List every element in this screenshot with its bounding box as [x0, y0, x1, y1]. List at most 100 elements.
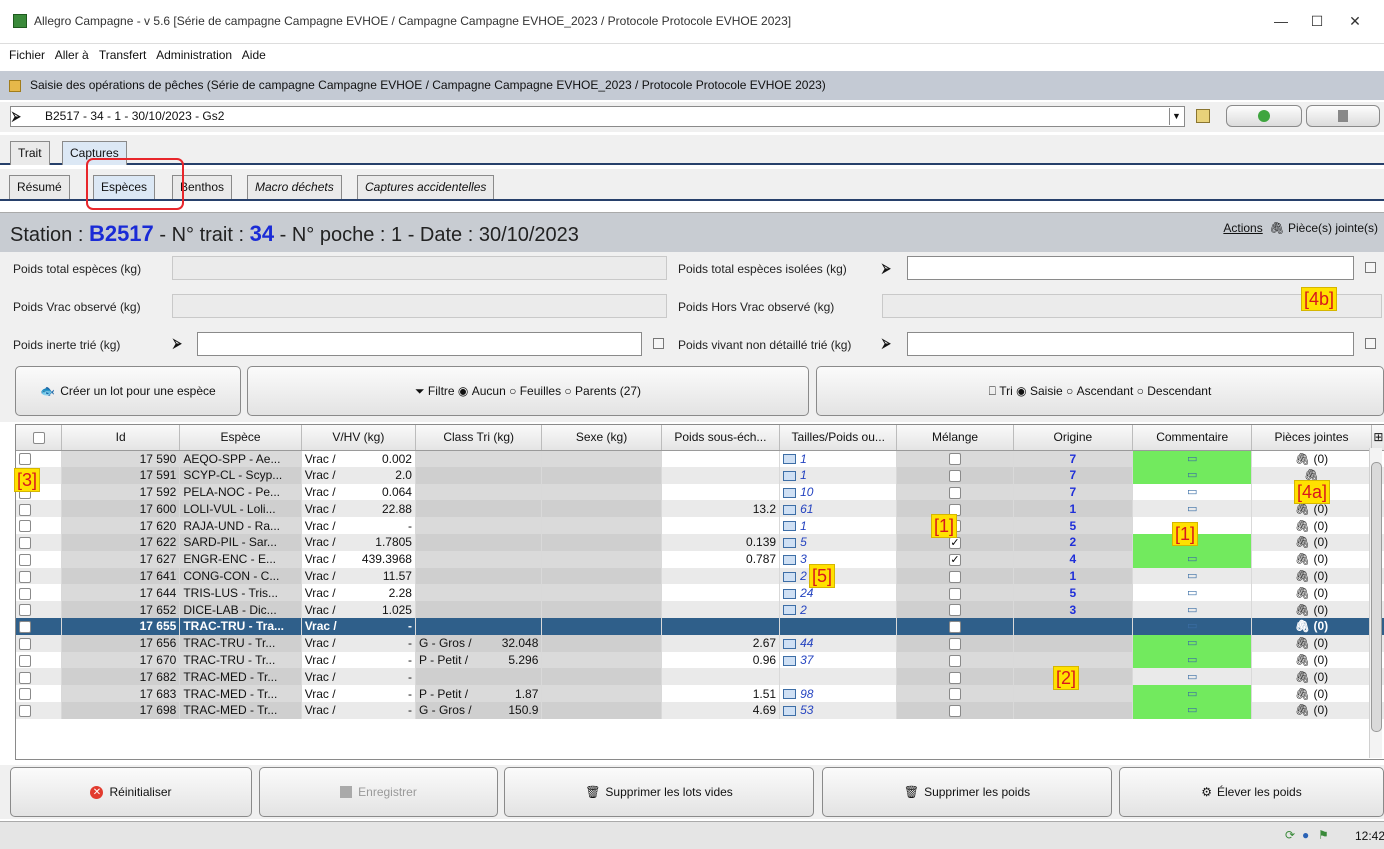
table-cell[interactable]: Vrac / 0.064: [301, 483, 416, 501]
cell-espece[interactable]: AEQO-SPP - Ae...: [179, 450, 302, 467]
comment-icon[interactable]: ▭: [1136, 451, 1248, 467]
comment-icon[interactable]: ▭: [1136, 618, 1248, 634]
table-cell[interactable]: [415, 483, 543, 501]
cell-sexe[interactable]: [541, 550, 662, 568]
cell-espece[interactable]: TRAC-MED - Tr...: [179, 668, 302, 686]
table-cell[interactable]: 2: [779, 567, 898, 585]
melange-checkbox[interactable]: [949, 637, 962, 650]
table-cell[interactable]: 53: [779, 701, 898, 719]
cell-origine[interactable]: 7: [1013, 466, 1134, 484]
cell-sous-ech[interactable]: 0.96: [661, 651, 781, 669]
table-cell[interactable]: [16, 550, 62, 568]
navigate-arrow-icon[interactable]: ⮚: [173, 336, 182, 351]
radio-feuilles[interactable]: ○: [509, 384, 516, 398]
table-cell[interactable]: [16, 584, 62, 602]
table-cell[interactable]: ▭: [1132, 483, 1253, 501]
cell-espece[interactable]: RAJA-UND - Ra...: [179, 517, 302, 534]
table-row[interactable]: 17 590 AEQO-SPP - Ae... Vrac /0.002 1 7 ▭ 🖇 (0…: [16, 450, 1384, 467]
row-checkbox[interactable]: [19, 705, 31, 718]
cell-sous-ech[interactable]: [661, 483, 781, 501]
table-cell[interactable]: ▭: [1132, 685, 1253, 702]
table-cell[interactable]: [16, 567, 62, 585]
table-cell[interactable]: ▭: [1132, 567, 1253, 585]
row-checkbox[interactable]: [19, 654, 31, 667]
cell-sexe[interactable]: [541, 567, 662, 585]
cell-id[interactable]: 17 655: [61, 617, 181, 635]
table-cell[interactable]: P - Petit / 1.87: [415, 685, 543, 702]
radio-parents[interactable]: ○: [564, 384, 571, 398]
table-cell[interactable]: 🖇 (0): [1251, 617, 1372, 635]
cell-sous-ech[interactable]: 0.787: [661, 550, 781, 568]
row-checkbox[interactable]: [19, 637, 31, 650]
table-cell[interactable]: [415, 668, 543, 686]
cell-origine[interactable]: [1013, 701, 1134, 719]
table-cell[interactable]: [896, 651, 1014, 669]
table-cell[interactable]: [16, 617, 62, 635]
menu-fichier[interactable]: Fichier: [9, 48, 45, 62]
cell-sous-ech[interactable]: [661, 466, 781, 484]
cell-sexe[interactable]: [541, 483, 662, 501]
table-cell[interactable]: [415, 500, 543, 518]
row-checkbox[interactable]: [19, 621, 31, 634]
delete-button[interactable]: [1306, 105, 1380, 127]
radio-ascendant[interactable]: ○: [1066, 384, 1073, 398]
table-cell[interactable]: [415, 617, 543, 635]
cell-id[interactable]: 17 644: [61, 584, 181, 602]
navigate-arrow-icon[interactable]: ⮚: [882, 336, 891, 351]
table-cell[interactable]: 10: [779, 483, 898, 501]
menu-administration[interactable]: Administration: [156, 48, 232, 62]
table-cell[interactable]: [16, 685, 62, 702]
operation-selector[interactable]: B2517 - 34 - 1 - 30/10/2023 - Gs2: [10, 106, 1185, 127]
close-button[interactable]: ✕: [1336, 6, 1374, 36]
table-cell[interactable]: [896, 601, 1014, 618]
radio-saisie-label[interactable]: Saisie: [1030, 384, 1063, 398]
cell-sexe[interactable]: [541, 466, 662, 484]
table-cell[interactable]: [415, 466, 543, 484]
cell-id[interactable]: 17 590: [61, 450, 181, 467]
table-row[interactable]: 17 641 CONG-CON - C... Vrac /11.57 2 1 ▭ 🖇 (0): [16, 567, 1384, 585]
cell-sexe[interactable]: [541, 584, 662, 602]
table-cell[interactable]: 🖇 (0): [1251, 701, 1372, 719]
comment-icon[interactable]: ▭: [1136, 652, 1248, 668]
cell-id[interactable]: 17 627: [61, 550, 181, 568]
comment-icon[interactable]: ▭: [1136, 484, 1248, 500]
create-lot-button[interactable]: 🐟 Créer un lot pour une espèce: [15, 366, 241, 416]
calculator-icon[interactable]: [1365, 338, 1376, 349]
cell-espece[interactable]: TRAC-MED - Tr...: [179, 685, 302, 702]
col-commentaire[interactable]: Commentaire: [1132, 425, 1253, 451]
cell-sexe[interactable]: [541, 668, 662, 686]
maximize-button[interactable]: ☐: [1298, 6, 1336, 36]
cell-sous-ech[interactable]: [661, 450, 781, 467]
col-espece[interactable]: Espèce: [179, 425, 302, 451]
table-cell[interactable]: [896, 685, 1014, 702]
table-cell[interactable]: ▭: [1132, 701, 1253, 719]
table-cell[interactable]: [896, 668, 1014, 686]
radio-parents-label[interactable]: Parents (27): [575, 384, 641, 398]
table-cell[interactable]: [16, 701, 62, 719]
attachments-link[interactable]: Pièce(s) jointe(s): [1288, 221, 1378, 235]
cell-id[interactable]: 17 592: [61, 483, 181, 501]
table-cell[interactable]: 🖇 (0): [1251, 550, 1372, 568]
cell-espece[interactable]: SCYP-CL - Scyp...: [179, 466, 302, 484]
table-cell[interactable]: [16, 517, 62, 534]
table-cell[interactable]: ▭: [1132, 668, 1253, 686]
table-cell[interactable]: 🖇 (0): [1251, 634, 1372, 652]
cell-sexe[interactable]: [541, 601, 662, 618]
table-cell[interactable]: Vrac / -: [301, 668, 416, 686]
table-cell[interactable]: [896, 466, 1014, 484]
cell-id[interactable]: 17 670: [61, 651, 181, 669]
table-cell[interactable]: Vrac / 2.28: [301, 584, 416, 602]
menu-aller-a[interactable]: Aller à: [55, 48, 89, 62]
cell-sous-ech[interactable]: 2.67: [661, 634, 781, 652]
table-cell[interactable]: 61: [779, 500, 898, 518]
cell-espece[interactable]: TRAC-TRU - Tr...: [179, 651, 302, 669]
table-cell[interactable]: [896, 701, 1014, 719]
table-cell[interactable]: Vrac / -: [301, 617, 416, 635]
menu-aide[interactable]: Aide: [242, 48, 266, 62]
melange-checkbox[interactable]: [949, 570, 962, 583]
table-cell[interactable]: ▭: [1132, 500, 1253, 518]
cell-sexe[interactable]: [541, 450, 662, 467]
col-id[interactable]: Id: [61, 425, 181, 451]
table-cell[interactable]: ▭: [1132, 584, 1253, 602]
table-cell[interactable]: [16, 533, 62, 551]
